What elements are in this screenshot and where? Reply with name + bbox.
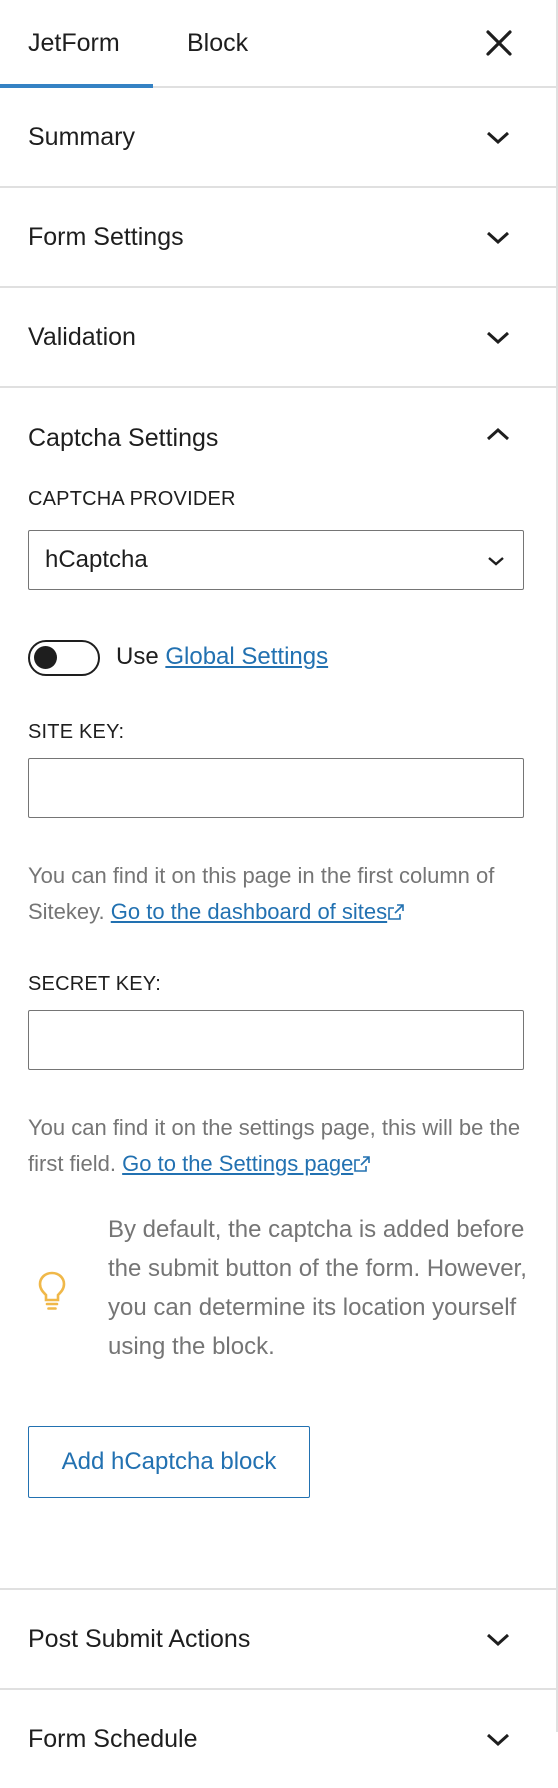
secret-key-input[interactable] [28,1010,524,1070]
sidebar-tabs: JetForm Block [0,0,556,88]
secret-key-label: SECRET KEY: [28,973,161,995]
chevron-down-icon [486,331,510,345]
notice-text: By default, the captcha is added before … [108,1216,527,1360]
external-link-icon [354,1156,371,1172]
chevron-down-icon [486,1733,510,1747]
chevron-down-icon [486,1633,510,1647]
secret-key-help: You can find it on the settings page, th… [28,1110,528,1182]
chevron-down-icon [486,231,510,245]
add-hcaptcha-block-button[interactable]: Add hCaptcha block [28,1426,310,1498]
panel-title: Captcha Settings [28,424,219,452]
chevron-down-icon [488,557,504,566]
panel-validation-toggle[interactable]: Validation [0,288,556,386]
external-link-icon [388,904,404,920]
captcha-provider-value: hCaptcha [45,546,148,573]
settings-page-link[interactable]: Go to the Settings page [122,1151,371,1176]
panel-title: Validation [28,323,136,351]
toggle-label-prefix: Use [116,643,159,670]
captcha-provider-select[interactable]: hCaptcha [28,530,524,590]
panel-title: Post Submit Actions [28,1625,251,1653]
panel-summary: Summary [0,88,556,188]
sites-dashboard-link[interactable]: Go to the dashboard of sites [111,899,405,924]
chevron-up-icon [486,427,510,441]
site-key-help: You can find it on this page in the firs… [28,858,528,930]
panel-title: Summary [28,123,135,151]
toggle-knob [34,646,57,669]
global-settings-toggle-label: Use Global Settings [116,643,328,671]
panel-post-submit-actions: Post Submit Actions [0,1590,556,1690]
lightbulb-icon [38,1271,66,1310]
panel-captcha-toggle[interactable]: Captcha Settings [0,388,556,488]
panel-title: Form Schedule [28,1725,198,1753]
close-icon[interactable] [482,26,516,60]
global-settings-link[interactable]: Global Settings [165,643,328,670]
panel-form-settings: Form Settings [0,188,556,288]
tab-block[interactable]: Block [187,0,248,86]
panel-form-settings-toggle[interactable]: Form Settings [0,188,556,286]
panel-validation: Validation [0,288,556,388]
site-key-label: SITE KEY: [28,721,125,743]
captcha-location-notice: By default, the captcha is added before … [28,1210,528,1380]
panel-title: Form Settings [28,223,184,251]
panel-form-schedule-toggle[interactable]: Form Schedule [0,1690,556,1788]
panel-post-submit-toggle[interactable]: Post Submit Actions [0,1590,556,1688]
settings-sidebar: JetForm Block Summary Form Settings Vali… [0,0,558,1753]
panel-captcha-settings: Captcha Settings CAPTCHA PROVIDER hCaptc… [0,388,556,1590]
captcha-settings-body: CAPTCHA PROVIDER hCaptcha Use Global Set… [0,488,556,1588]
captcha-provider-label: CAPTCHA PROVIDER [28,488,236,510]
tab-jetform[interactable]: JetForm [0,0,153,88]
chevron-down-icon [486,131,510,145]
site-key-input[interactable] [28,758,524,818]
panel-form-schedule: Form Schedule [0,1690,556,1788]
global-settings-toggle[interactable] [28,640,100,676]
panel-summary-toggle[interactable]: Summary [0,88,556,186]
